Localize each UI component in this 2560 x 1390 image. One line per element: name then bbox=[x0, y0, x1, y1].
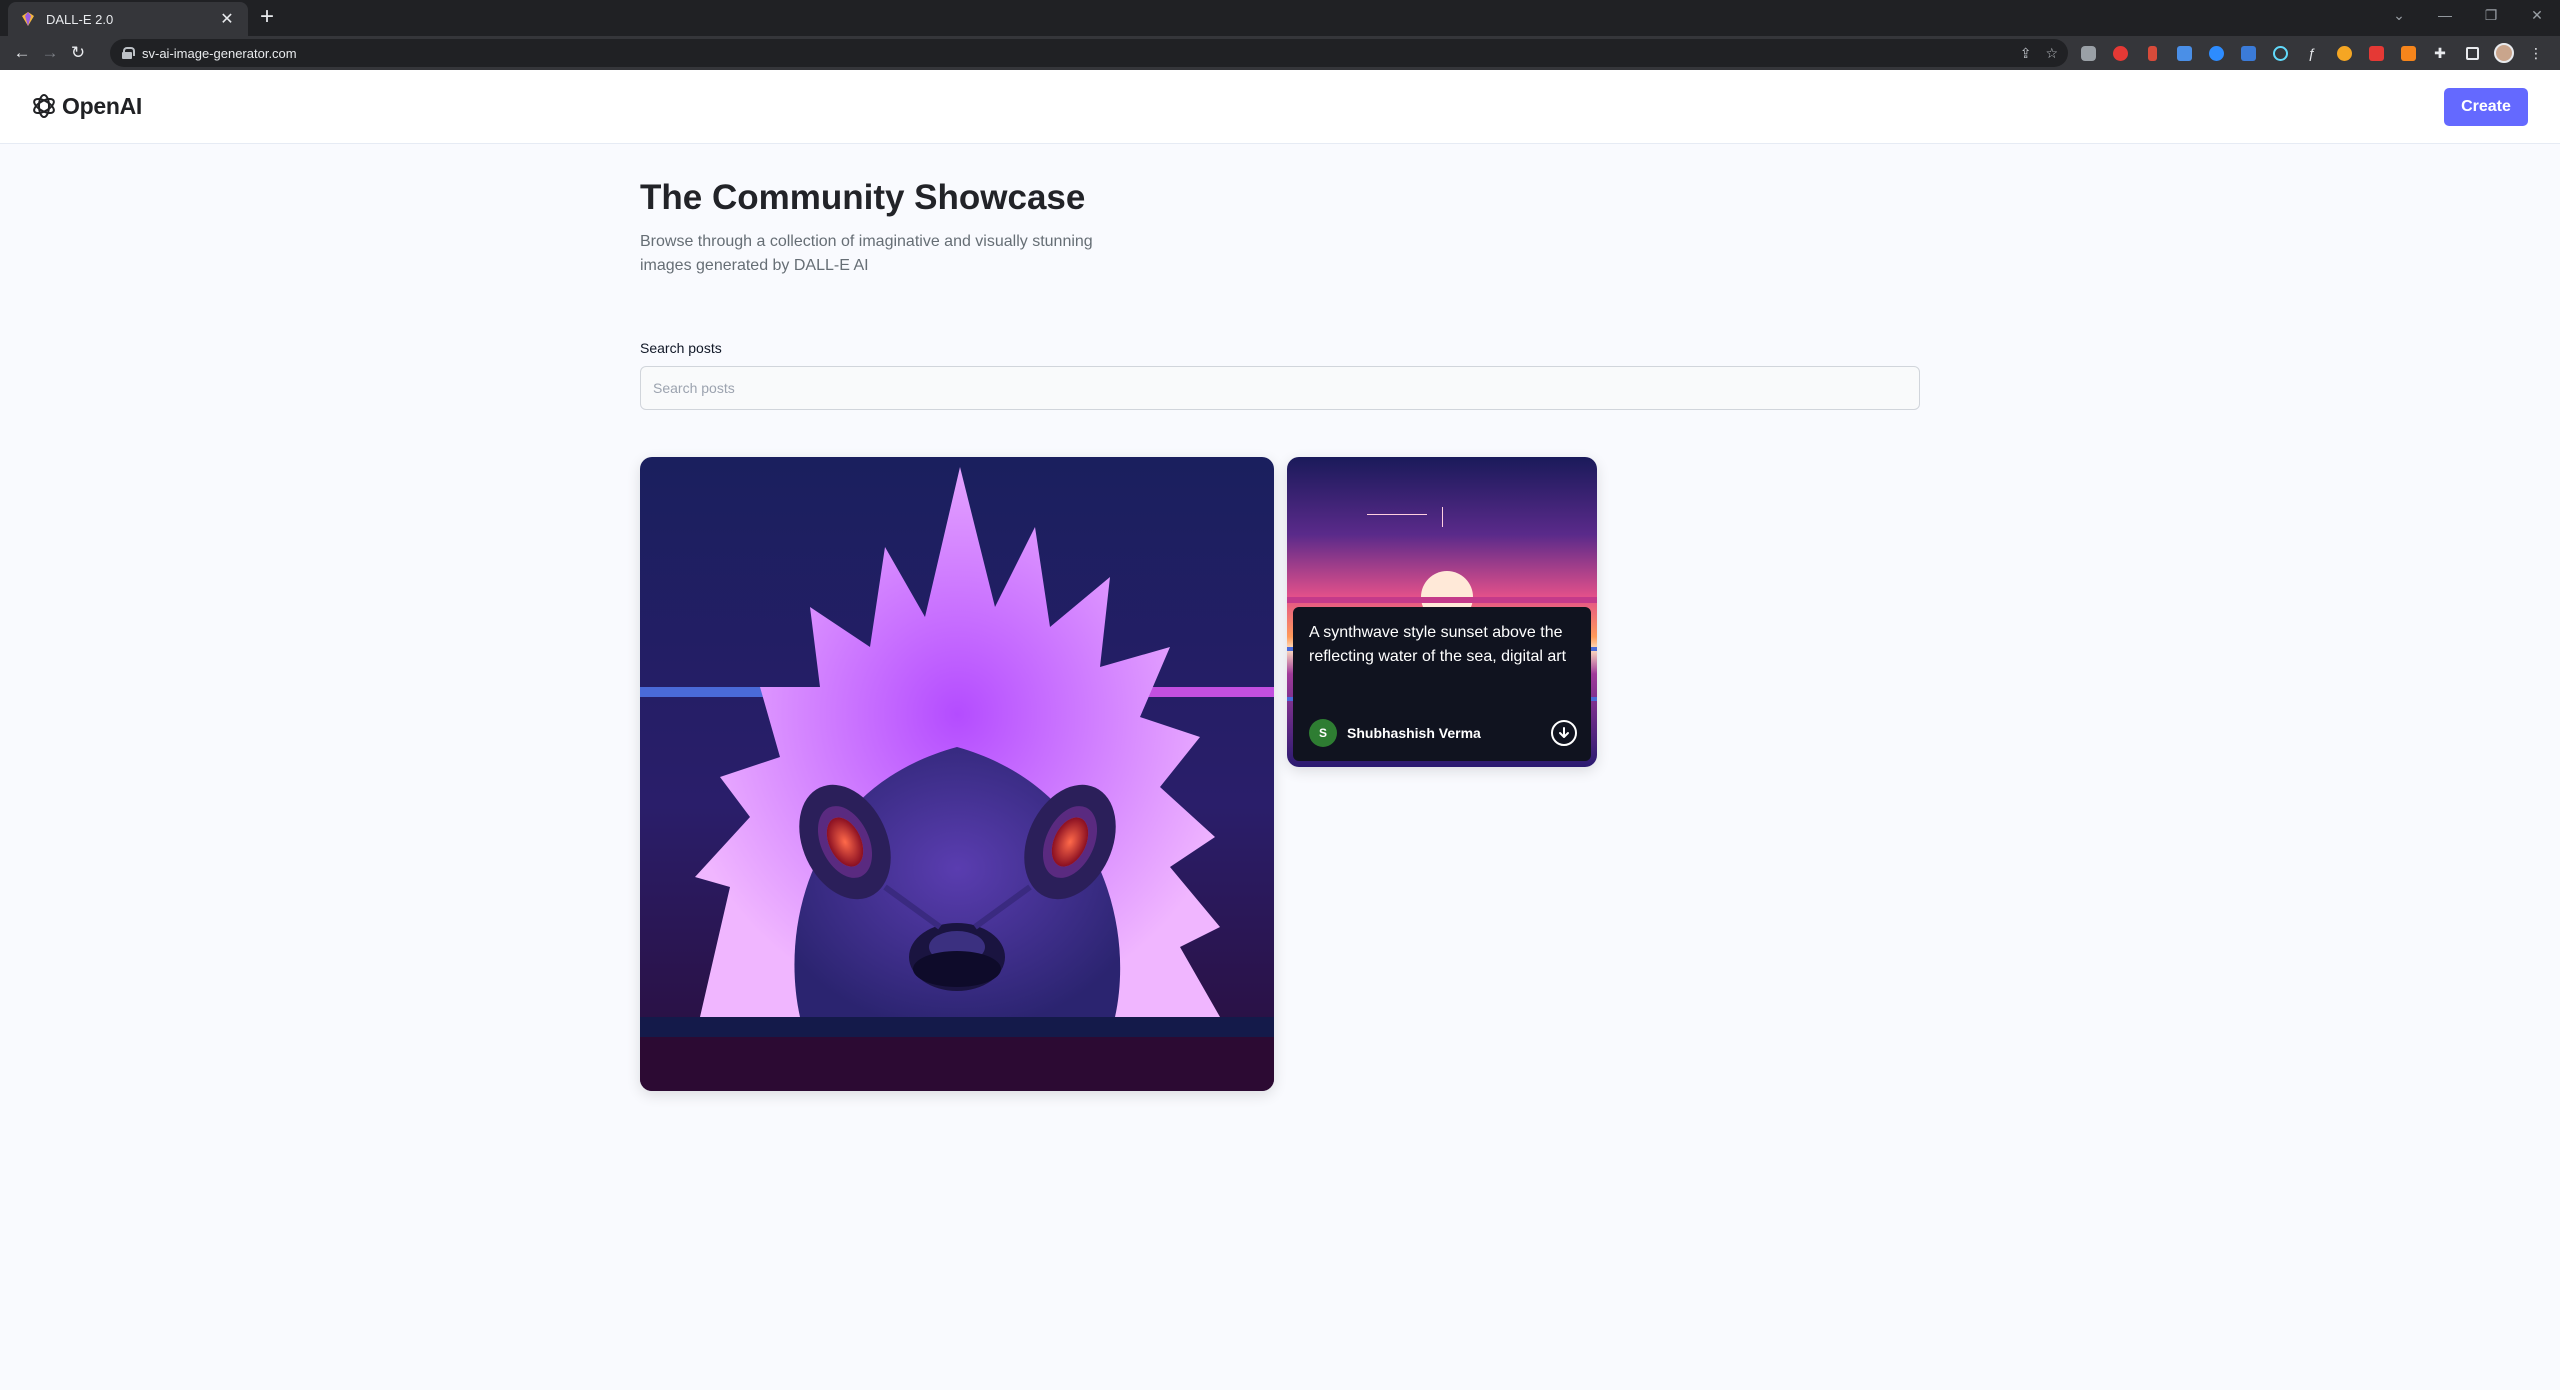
create-button[interactable]: Create bbox=[2444, 88, 2528, 126]
metamask-extension-icon[interactable] bbox=[2396, 41, 2420, 65]
tab-close-icon[interactable]: ✕ bbox=[218, 9, 236, 29]
post-card[interactable]: A synthwave style sunset above the refle… bbox=[1287, 457, 1597, 767]
window-controls: ⌄ — ❐ ✕ bbox=[2376, 0, 2560, 30]
author-name: Shubhashish Verma bbox=[1347, 725, 1481, 741]
post-prompt: A synthwave style sunset above the refle… bbox=[1309, 624, 1567, 665]
openai-logo-icon bbox=[33, 94, 55, 118]
download-button[interactable] bbox=[1551, 720, 1577, 746]
extensions-area: ƒ ✚ ⋮ bbox=[2076, 36, 2548, 70]
site-header: OpenAI Create bbox=[0, 70, 2560, 144]
url-text[interactable]: sv-ai-image-generator.com bbox=[142, 46, 297, 61]
dalle-favicon-icon bbox=[22, 12, 34, 26]
post-footer: S Shubhashish Verma bbox=[1309, 719, 1577, 747]
search-label: Search posts bbox=[640, 340, 722, 356]
browser-toolbar: ← → ↻ sv-ai-image-generator.com ⇪ ☆ ƒ ✚ … bbox=[0, 36, 2560, 70]
brand-name: OpenAI bbox=[62, 92, 142, 119]
window-close-icon[interactable]: ✕ bbox=[2514, 0, 2560, 30]
formula-extension-icon[interactable]: ƒ bbox=[2300, 41, 2324, 65]
side-panel-icon[interactable] bbox=[2460, 41, 2484, 65]
camera-extension-icon[interactable] bbox=[2076, 41, 2100, 65]
openai-logo[interactable]: OpenAI bbox=[30, 92, 142, 120]
red-extension-icon[interactable] bbox=[2364, 41, 2388, 65]
profile-avatar[interactable] bbox=[2492, 41, 2516, 65]
browser-tab[interactable]: DALL-E 2.0 ✕ bbox=[8, 2, 248, 36]
reload-icon[interactable]: ↻ bbox=[64, 43, 92, 63]
calendar-extension-icon[interactable] bbox=[2172, 41, 2196, 65]
new-tab-button[interactable]: + bbox=[260, 5, 274, 29]
vscode-extension-icon[interactable] bbox=[2236, 41, 2260, 65]
address-bar[interactable]: sv-ai-image-generator.com ⇪ ☆ bbox=[110, 39, 2068, 67]
showcase-main: The Community Showcase Browse through a … bbox=[640, 144, 1920, 1091]
minimize-icon[interactable]: — bbox=[2422, 0, 2468, 30]
share-icon[interactable]: ⇪ bbox=[2020, 45, 2032, 62]
hedgehog-synthwave-image bbox=[640, 457, 1274, 1091]
forward-arrow-icon[interactable]: → bbox=[36, 43, 64, 63]
download-icon bbox=[1559, 727, 1569, 738]
search-input[interactable] bbox=[640, 366, 1920, 410]
post-card[interactable] bbox=[640, 457, 1274, 1091]
page-subtitle: Browse through a collection of imaginati… bbox=[640, 233, 1093, 274]
browser-menu-icon[interactable]: ⋮ bbox=[2524, 41, 2548, 65]
restore-icon[interactable]: ❐ bbox=[2468, 0, 2514, 30]
tab-title: DALL-E 2.0 bbox=[46, 11, 114, 27]
bookmark-star-icon[interactable]: ☆ bbox=[2045, 45, 2058, 62]
post-overlay: A synthwave style sunset above the refle… bbox=[1293, 607, 1591, 761]
extensions-puzzle-icon[interactable]: ✚ bbox=[2428, 41, 2452, 65]
adblock-extension-icon[interactable] bbox=[2108, 41, 2132, 65]
lock-icon[interactable] bbox=[122, 47, 135, 59]
browser-tabstrip: DALL-E 2.0 ✕ + ⌄ — ❐ ✕ bbox=[0, 0, 2560, 36]
author-avatar: S bbox=[1309, 719, 1337, 747]
zoom-extension-icon[interactable] bbox=[2204, 41, 2228, 65]
back-arrow-icon[interactable]: ← bbox=[8, 43, 36, 63]
g-extension-icon[interactable] bbox=[2332, 41, 2356, 65]
tab-search-icon[interactable]: ⌄ bbox=[2376, 0, 2422, 30]
grammar-extension-icon[interactable] bbox=[2140, 41, 2164, 65]
page-title: The Community Showcase bbox=[640, 178, 1086, 217]
react-devtools-icon[interactable] bbox=[2268, 41, 2292, 65]
